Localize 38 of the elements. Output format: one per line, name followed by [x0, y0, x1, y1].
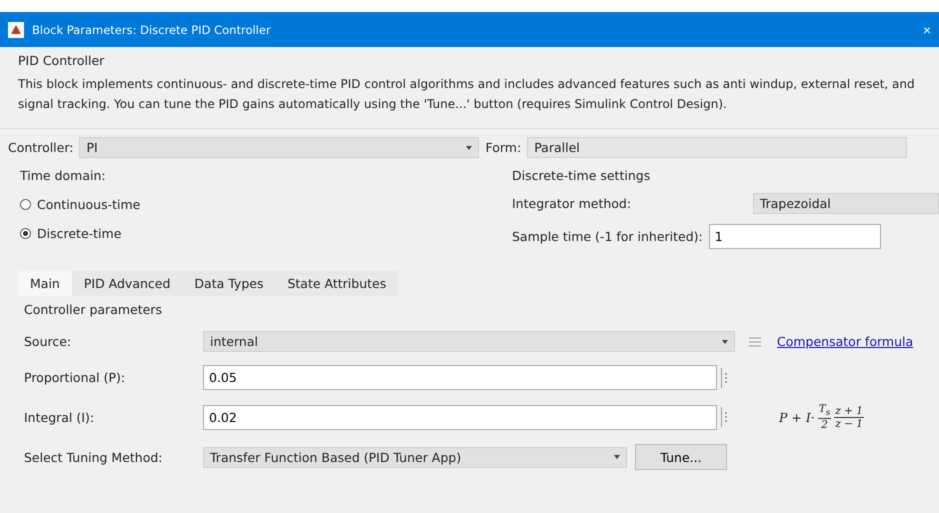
radio-label: Discrete-time — [37, 226, 122, 241]
block-name: PID Controller — [18, 53, 106, 68]
parameter-label: Select Tuning Method: — [24, 450, 164, 465]
tab[interactable]: State Attributes — [275, 271, 398, 296]
input-field[interactable]: 0.05 — [203, 365, 717, 390]
caret-icon — [722, 340, 728, 344]
radio-button[interactable] — [20, 199, 31, 210]
tab[interactable]: PID Advanced — [72, 271, 182, 296]
app-icon — [8, 22, 24, 38]
close-button[interactable]: × — [922, 22, 931, 38]
section-title: Discrete-time settings — [512, 168, 652, 183]
block-description: This block implements continuous- and discrete-time PID control algorithms and includes advanced features such as anti windup, external reset, and signal tracking. You can tune the PID gains automatically using the 'Tune...' button (requires Simulink Control Design). — [18, 76, 916, 113]
source-dropdown[interactable]: internal — [203, 331, 735, 352]
sample-time-field[interactable]: 1 — [708, 224, 881, 249]
list-icon — [749, 336, 761, 346]
tab[interactable]: Data Types — [182, 271, 276, 296]
time-domain-label: Time domain: — [20, 168, 107, 183]
radio-button[interactable] — [20, 228, 31, 239]
section-title: Controller parameters — [24, 302, 163, 317]
parameter-label: Integral (I): — [24, 410, 96, 425]
sample-time-label: Sample time (-1 for inherited): — [512, 229, 703, 244]
controller-dropdown[interactable]: PI — [79, 137, 480, 158]
integrator-label: Integrator method: — [512, 196, 632, 211]
integrator-dropdown[interactable]: Trapezoidal — [752, 193, 939, 214]
controller-label: Controller: — [8, 140, 74, 155]
form-label: Form: — [485, 140, 522, 155]
tuning-method-dropdown[interactable]: Transfer Function Based (PID Tuner App) — [203, 446, 627, 468]
caret-icon — [466, 146, 472, 150]
parameter-label: Proportional (P): — [24, 370, 126, 385]
tune-button[interactable]: Tune... — [635, 444, 727, 470]
window-title: Block Parameters: Discrete PID Controller — [32, 22, 272, 36]
input-field[interactable]: 0.02 — [203, 404, 717, 430]
tab[interactable]: Main — [18, 271, 72, 296]
radio-label: Continuous-time — [37, 197, 140, 212]
caret-icon — [614, 455, 620, 460]
compensator-formula-link[interactable]: Compensator formula — [777, 334, 914, 349]
form-dropdown[interactable]: Parallel — [527, 137, 908, 158]
parameter-label: Source: — [24, 334, 72, 349]
